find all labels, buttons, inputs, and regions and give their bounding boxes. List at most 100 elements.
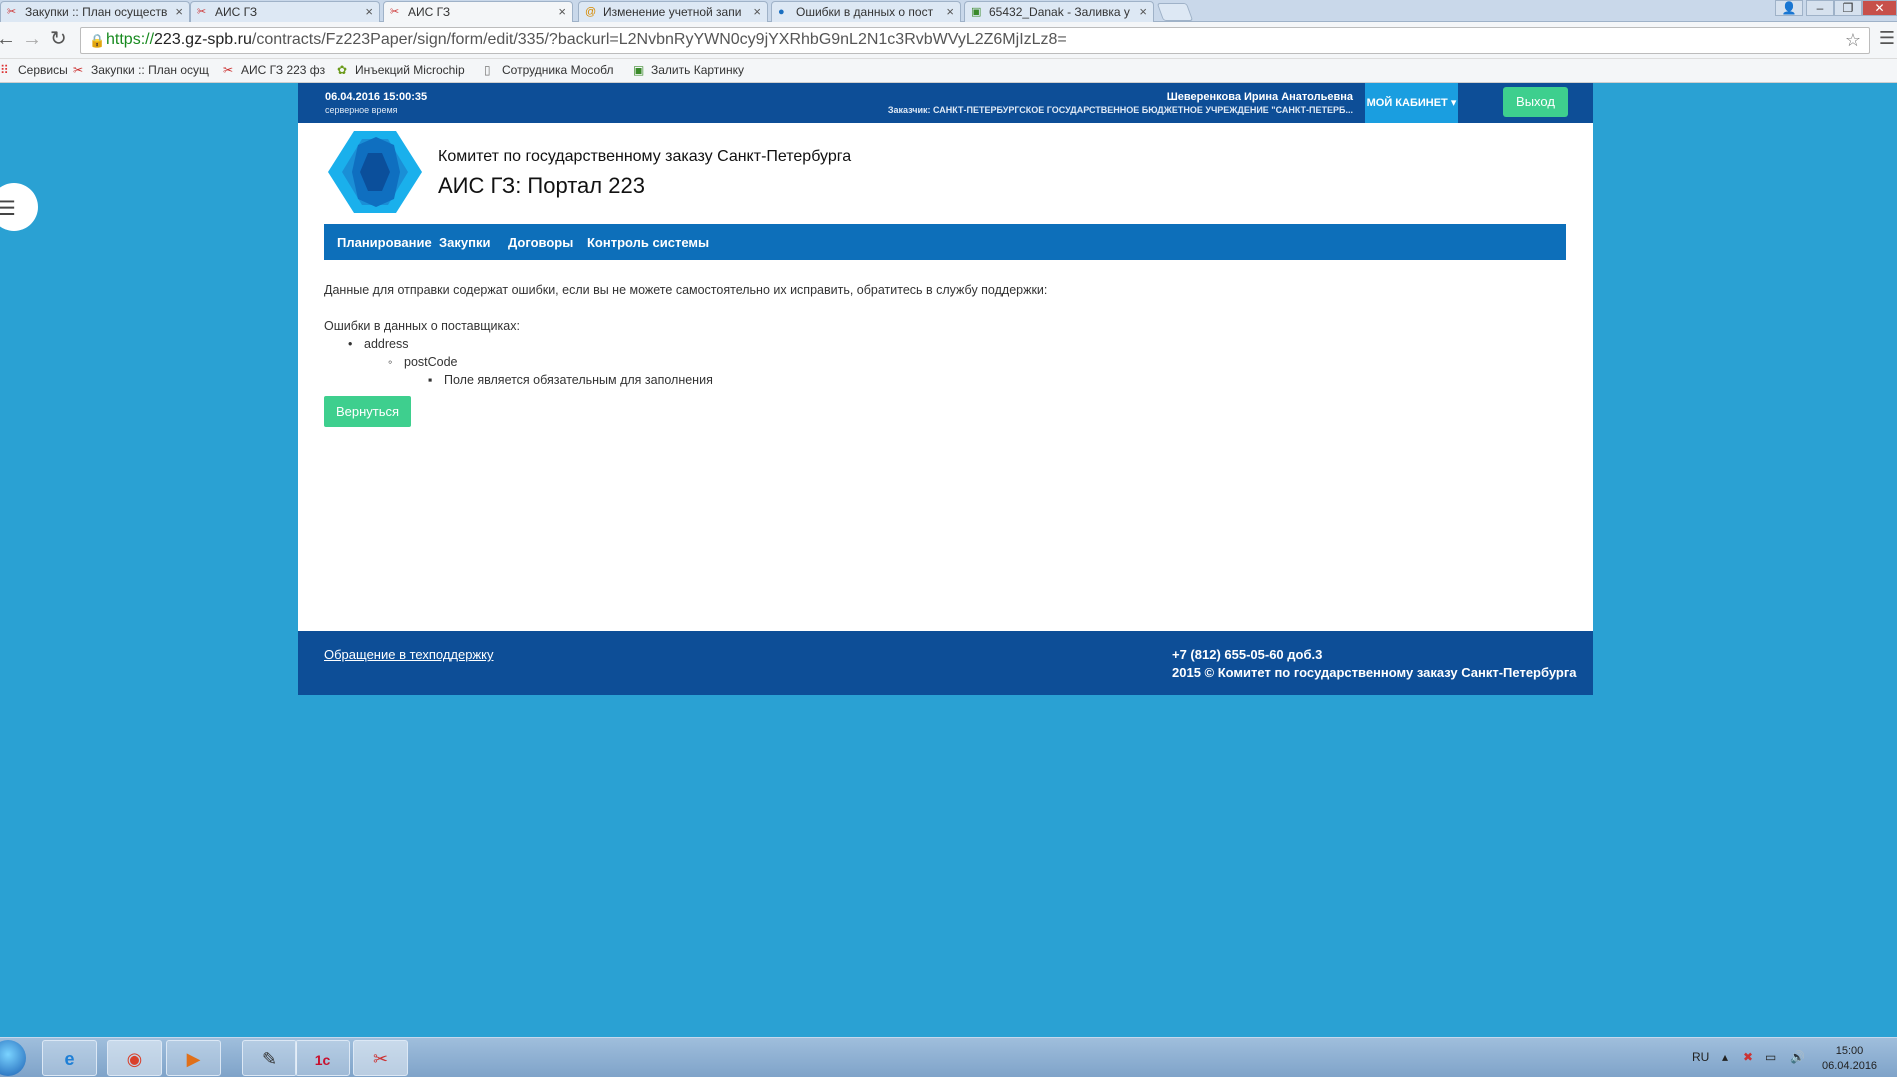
top-header-bar: 06.04.2016 15:00:35 серверное время Шеве… <box>298 83 1593 123</box>
system-clock[interactable]: 15:00 06.04.2016 <box>1822 1044 1877 1074</box>
apps-grid-icon: ⠿ <box>0 63 9 77</box>
server-time: 06.04.2016 15:00:35 <box>325 91 428 103</box>
globe-icon: ● <box>778 6 785 18</box>
bullet-circle-icon: ◦ <box>388 355 393 369</box>
clock-date: 06.04.2016 <box>1822 1060 1878 1072</box>
media-player-icon[interactable]: ▶ <box>166 1040 221 1076</box>
ie-icon[interactable]: e <box>42 1040 97 1076</box>
browser-tab[interactable]: ✂ АИС ГЗ × <box>190 1 380 22</box>
chrome-icon[interactable]: ◉ <box>107 1040 162 1076</box>
nav-item-planning[interactable]: Планирование <box>337 235 432 250</box>
user-icon[interactable]: 👤 <box>1775 0 1803 16</box>
reload-icon[interactable]: ↻ <box>50 28 67 50</box>
logout-button[interactable]: Выход <box>1503 87 1568 117</box>
bookmark-label: Залить Картинку <box>651 63 744 77</box>
close-window-icon[interactable]: ✕ <box>1862 0 1897 16</box>
bookmark-item[interactable]: ▯ Сотрудника Мособл <box>484 63 614 77</box>
browser-tab-title: Ошибки в данных о пост <box>796 5 934 19</box>
tools-icon: ✂ <box>73 63 84 77</box>
tools-icon: ✂ <box>7 6 17 18</box>
close-icon[interactable]: × <box>1139 4 1147 19</box>
bookmark-label: Инъекций Microchip <box>355 63 465 77</box>
committee-title: Комитет по государственному заказу Санкт… <box>438 148 852 165</box>
nav-item-contracts[interactable]: Договоры <box>508 235 573 250</box>
page-container: 06.04.2016 15:00:35 серверное время Шеве… <box>298 83 1593 695</box>
customer-name: Заказчик: САНКТ-ПЕТЕРБУРГСКОЕ ГОСУДАРСТВ… <box>887 105 1353 115</box>
bookmark-label: Закупки :: План осущ <box>91 63 209 77</box>
browser-tab[interactable]: ● Ошибки в данных о пост × <box>771 1 961 22</box>
bookmark-star-icon[interactable]: ☆ <box>1845 30 1861 51</box>
bookmark-item[interactable]: ✿ Инъекций Microchip <box>337 63 465 77</box>
network-icon[interactable]: ▭ <box>1765 1050 1776 1064</box>
my-cabinet-button[interactable]: МОЙ КАБИНЕТ ▾ <box>1365 83 1458 123</box>
start-button-icon[interactable] <box>0 1040 26 1076</box>
tools-icon: ✂ <box>223 63 234 77</box>
error-field-item: • address <box>348 337 408 351</box>
bookmark-item[interactable]: ✂ Закупки :: План осущ <box>73 63 209 77</box>
back-arrow-icon[interactable]: ← <box>0 28 16 50</box>
browser-tab-active[interactable]: ✂ АИС ГЗ × <box>383 1 573 22</box>
hamburger-icon: ☰ <box>0 198 16 220</box>
bookmark-label: Сервисы <box>18 63 68 77</box>
portal-title: АИС ГЗ: Портал 223 <box>438 173 645 198</box>
main-nav: Планирование Закупки Договоры Контроль с… <box>324 224 1566 260</box>
volume-icon[interactable]: 🔊 <box>1790 1050 1805 1064</box>
browser-tab[interactable]: ✂ Закупки :: План осуществ × <box>0 1 190 22</box>
user-name: Шеверенкова Ирина Анатольевна <box>1166 91 1353 103</box>
bookmark-item[interactable]: ▣ Залить Картинку <box>633 63 744 77</box>
leaf-icon: ✿ <box>337 63 348 77</box>
error-text-item: ▪ Поле является обязательным для заполнен… <box>428 373 713 387</box>
tools-icon: ✂ <box>390 6 400 18</box>
browser-tab-title: Закупки :: План осуществ <box>25 5 168 19</box>
url-host: 223.gz-spb.ru <box>154 31 252 48</box>
close-icon[interactable]: × <box>558 4 566 19</box>
browser-tab-title: АИС ГЗ <box>215 5 258 19</box>
clock-time: 15:00 <box>1835 1045 1864 1057</box>
copyright: 2015 © Комитет по государственному заказ… <box>1172 665 1577 680</box>
tray-expand-icon[interactable]: ▴ <box>1722 1050 1728 1064</box>
bookmark-label: Сотрудника Мособл <box>502 63 614 77</box>
browser-tab[interactable]: @ Изменение учетной запи × <box>578 1 768 22</box>
close-icon[interactable]: × <box>946 4 954 19</box>
bullet-square-icon: ▪ <box>428 373 433 387</box>
minimize-icon[interactable]: – <box>1806 0 1834 16</box>
scanner-icon[interactable]: ✎ <box>242 1040 297 1076</box>
nav-item-purchases[interactable]: Закупки <box>439 235 490 250</box>
new-tab-button[interactable] <box>1156 3 1194 21</box>
close-icon[interactable]: × <box>365 4 373 19</box>
close-icon[interactable]: × <box>753 4 761 19</box>
server-time-label: серверное время <box>325 105 398 115</box>
committee-logo-icon[interactable] <box>328 131 422 213</box>
nav-item-system-control[interactable]: Контроль системы <box>587 235 709 250</box>
browser-tab-title: Изменение учетной запи <box>603 5 742 19</box>
error-field-label: address <box>364 337 409 351</box>
bookmark-item[interactable]: ⠿ Сервисы <box>0 63 68 77</box>
error-message: Данные для отправки содержат ошибки, есл… <box>324 283 1048 297</box>
url-input[interactable]: 🔒 https://223.gz-spb.ru/contracts/Fz223P… <box>80 27 1870 54</box>
browser-tab-title: 65432_Danak - Заливка у <box>989 5 1130 19</box>
page-footer: Обращение в техподдержку +7 (812) 655-05… <box>298 631 1593 695</box>
network-warning-icon[interactable]: ✖ <box>1743 1050 1753 1064</box>
document-icon: ▯ <box>484 63 491 77</box>
browser-menu-icon[interactable]: ☰ <box>1879 28 1895 49</box>
forward-arrow-icon[interactable]: → <box>22 28 42 50</box>
bookmark-item[interactable]: ✂ АИС ГЗ 223 фз <box>223 63 325 77</box>
support-link[interactable]: Обращение в техподдержку <box>324 647 494 662</box>
tools-app-icon[interactable]: ✂ <box>353 1040 408 1076</box>
error-subfield-label: postCode <box>404 355 458 369</box>
bullet-disc-icon: • <box>348 337 353 351</box>
one-c-icon[interactable]: 1c <box>295 1040 350 1076</box>
error-text-label: Поле является обязательным для заполнени… <box>444 373 713 387</box>
close-icon[interactable]: × <box>175 4 183 19</box>
lock-icon: 🔒 <box>89 33 106 48</box>
side-menu-toggle[interactable]: ☰ <box>0 183 38 231</box>
image-icon: ▣ <box>971 6 982 18</box>
url-path: /contracts/Fz223Paper/sign/form/edit/335… <box>251 31 1067 48</box>
browser-tab[interactable]: ▣ 65432_Danak - Заливка у × <box>964 1 1154 22</box>
language-indicator[interactable]: RU <box>1692 1050 1709 1064</box>
my-cabinet-label: МОЙ КАБИНЕТ <box>1366 97 1448 109</box>
image-icon: ▣ <box>633 63 645 77</box>
restore-icon[interactable]: ❐ <box>1834 0 1862 16</box>
error-subfield-item: ◦ postCode <box>388 355 458 369</box>
back-button[interactable]: Вернуться <box>324 396 411 427</box>
